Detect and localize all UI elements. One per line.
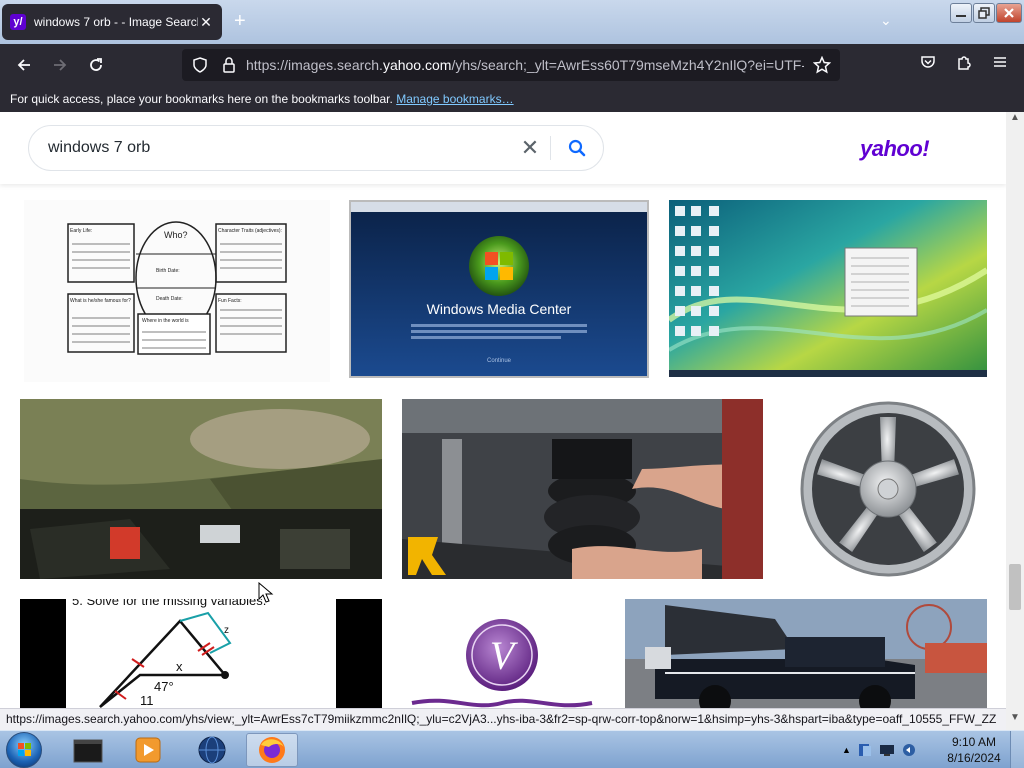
url-text: https://images.search.yahoo.com/yhs/sear… [246,57,804,73]
status-url: https://images.search.yahoo.com/yhs/view… [0,708,1006,730]
result-image-triangle-math-worksheet[interactable]: 5. Solve for the missing variables. z x … [20,599,382,708]
volume-icon[interactable] [901,742,917,758]
svg-text:What is he/she famous for?: What is he/she famous for? [70,298,131,304]
show-hidden-icons-icon[interactable]: ▲ [842,745,851,755]
svg-text:z: z [224,625,229,636]
bookmark-star-icon[interactable] [804,47,840,83]
media-player-app-button[interactable] [122,733,174,767]
mouse-cursor-icon [258,582,274,603]
result-image-car-engine-closeup[interactable] [20,399,382,579]
chevron-down-icon[interactable]: ⌄ [880,12,892,29]
result-image-monogram-logo[interactable]: V [402,599,604,708]
scrollbar-thumb[interactable] [1009,564,1021,610]
bookmarks-toolbar: For quick access, place your bookmarks h… [0,86,1024,112]
result-image-air-suspension-bag[interactable] [402,399,763,579]
media-player-icon [135,737,161,763]
svg-text:Early Life:: Early Life: [70,228,92,234]
tab-strip: y/ windows 7 orb - - Image Search ✕ + ⌄ [0,0,1024,44]
extensions-icon[interactable] [946,44,982,80]
restore-icon [978,7,990,19]
lock-icon[interactable] [218,47,240,83]
minimize-button[interactable] [950,3,972,23]
terminal-icon [73,739,103,763]
firefox-app-button[interactable] [246,733,298,767]
search-header: windows 7 orb ✕ yahoo! [0,112,1006,184]
page-content: windows 7 orb ✕ yahoo! Who? Early Life: … [0,112,1006,708]
forward-icon[interactable] [42,47,78,83]
svg-text:Who?: Who? [164,230,188,240]
search-query[interactable]: windows 7 orb [48,139,510,157]
menu-icon[interactable] [982,44,1018,80]
svg-text:Character Traits (adjectives):: Character Traits (adjectives): [218,228,282,234]
taskbar: ▲ 9:10 AM 8/16/2024 [0,730,1024,768]
result-image-windows-desktop-screenshot[interactable] [669,200,987,377]
yahoo-y-icon: y/ [10,14,26,30]
start-orb-button[interactable] [6,732,42,768]
result-image-windows-media-center[interactable]: Windows Media Center Continue [349,200,649,378]
search-input[interactable]: windows 7 orb ✕ [28,125,604,171]
scroll-up-arrow-icon[interactable]: ▲ [1006,112,1024,128]
svg-text:47°: 47° [154,679,174,694]
globe-app-button[interactable] [186,733,238,767]
address-bar[interactable]: https://images.search.yahoo.com/yhs/sear… [182,49,840,81]
close-icon [1004,8,1014,18]
vertical-scrollbar[interactable]: ▲ ▼ [1006,112,1024,732]
system-tray: ▲ [842,731,917,768]
result-image-biography-worksheet[interactable]: Who? Early Life: Character Traits (adjec… [24,200,330,382]
close-window-button[interactable] [996,3,1022,23]
close-tab-icon[interactable]: ✕ [198,14,214,31]
terminal-app-button[interactable] [62,733,114,767]
show-desktop-button[interactable] [1010,731,1024,768]
svg-text:11: 11 [140,693,154,708]
tab-image-search[interactable]: y/ windows 7 orb - - Image Search ✕ [2,4,222,40]
navigation-toolbar: https://images.search.yahoo.com/yhs/sear… [0,44,1024,86]
tab-title: windows 7 orb - - Image Search [34,15,198,29]
firefox-icon [259,737,285,763]
svg-text:Death Date:: Death Date: [156,296,183,302]
svg-text:x: x [176,659,183,674]
network-icon[interactable] [879,742,895,758]
scroll-down-arrow-icon[interactable]: ▼ [1006,712,1024,728]
yahoo-logo[interactable]: yahoo! [860,136,930,162]
clear-search-icon[interactable]: ✕ [510,135,550,161]
windows-logo-icon [18,743,31,756]
globe-icon [198,736,226,764]
svg-text:Continue: Continue [487,358,512,364]
manage-bookmarks-link[interactable]: Manage bookmarks… [396,92,513,106]
svg-text:Windows Media Center: Windows Media Center [427,301,572,317]
shield-icon[interactable] [182,47,218,83]
new-tab-icon[interactable]: + [234,10,246,33]
bookmarks-hint-text: For quick access, place your bookmarks h… [10,92,393,106]
clock-date: 8/16/2024 [947,751,1001,765]
reload-icon[interactable] [78,47,114,83]
svg-text:Where in the world is: Where in the world is [142,318,189,324]
clock[interactable]: 9:10 AM 8/16/2024 [944,734,1004,766]
svg-text:Fun Facts:: Fun Facts: [218,298,242,304]
clock-time: 9:10 AM [951,735,997,749]
minimize-icon [956,15,966,17]
result-image-pickup-truck[interactable] [625,599,987,708]
search-icon[interactable] [551,139,603,157]
pocket-icon[interactable] [910,44,946,80]
restore-button[interactable] [973,3,995,23]
result-image-alloy-wheel[interactable] [784,399,986,579]
svg-text:5. Solve for the missing varia: 5. Solve for the missing variables. [72,599,266,608]
action-center-icon[interactable] [857,742,873,758]
svg-text:Birth Date:: Birth Date: [156,268,180,274]
back-icon[interactable] [6,47,42,83]
